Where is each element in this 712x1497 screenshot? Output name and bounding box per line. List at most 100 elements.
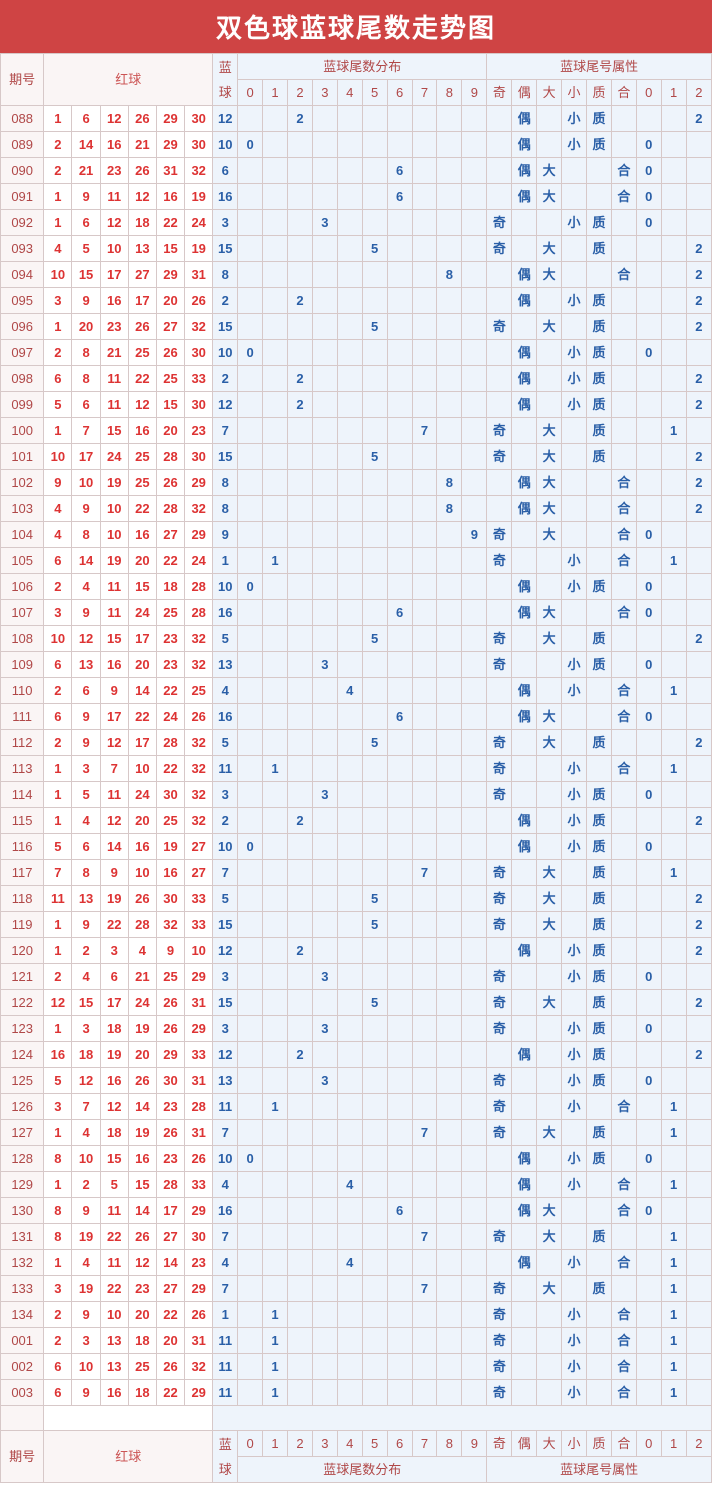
cell-blue	[636, 496, 661, 522]
cell-red: 8	[72, 860, 100, 886]
cell-blue	[412, 314, 437, 340]
cell-red: 12	[44, 990, 72, 1016]
cell-blue	[661, 652, 686, 678]
cell-blue	[387, 340, 412, 366]
hdr-tail-2: 2	[288, 80, 313, 106]
cell-red: 23	[156, 652, 184, 678]
cell-blue	[661, 626, 686, 652]
hdr-tail-7: 7	[412, 80, 437, 106]
hdr-attr-col: 偶	[512, 80, 537, 106]
cell-red: 5	[100, 1172, 128, 1198]
table-row: 095391617202622偶小质2	[1, 288, 712, 314]
cell-period: 111	[1, 704, 44, 730]
hdr-period: 期号	[1, 54, 44, 106]
cell-red: 32	[185, 730, 213, 756]
cell-blue: 小	[562, 1250, 587, 1276]
cell-blue: 2	[686, 470, 711, 496]
cell-blue	[288, 990, 313, 1016]
cell-blue	[562, 470, 587, 496]
cell-blue	[288, 1146, 313, 1172]
cell-blueball: 15	[213, 236, 238, 262]
cell-red: 11	[100, 1198, 128, 1224]
cell-blue	[288, 1302, 313, 1328]
hdr-attr-col: 2	[686, 80, 711, 106]
cell-blue	[437, 964, 462, 990]
cell-blue	[238, 1042, 263, 1068]
cell-blue	[312, 158, 337, 184]
cell-blue	[238, 1016, 263, 1042]
hdr-tail-9: 9	[462, 80, 487, 106]
cell-blueball: 3	[213, 1016, 238, 1042]
cell-red: 26	[156, 470, 184, 496]
hdr-attr-col: 1	[661, 80, 686, 106]
cell-red: 4	[128, 938, 156, 964]
cell-red: 18	[128, 1380, 156, 1406]
cell-blue: 合	[611, 1302, 636, 1328]
cell-blue: 0	[636, 340, 661, 366]
cell-blue: 奇	[487, 1068, 512, 1094]
cell-blue: 小	[562, 548, 587, 574]
cell-blue	[263, 1198, 288, 1224]
cell-blue	[611, 990, 636, 1016]
cell-blue: 合	[611, 470, 636, 496]
cell-blue	[238, 808, 263, 834]
cell-red: 29	[185, 1198, 213, 1224]
cell-blue	[686, 132, 711, 158]
cell-blue	[611, 1016, 636, 1042]
hdr-tail-3: 3	[312, 80, 337, 106]
cell-red: 12	[100, 808, 128, 834]
cell-blue	[661, 236, 686, 262]
cell-blue	[611, 418, 636, 444]
cell-blue: 5	[362, 990, 387, 1016]
cell-blue	[462, 184, 487, 210]
cell-blue	[661, 392, 686, 418]
cell-blue	[537, 782, 562, 808]
cell-blue	[437, 1276, 462, 1302]
table-row: 12912515283344偶小合1	[1, 1172, 712, 1198]
ftr-tail-col: 7	[412, 1431, 437, 1457]
cell-red: 24	[100, 444, 128, 470]
cell-red: 19	[156, 834, 184, 860]
cell-blue: 0	[238, 340, 263, 366]
cell-blue	[263, 236, 288, 262]
cell-blue	[537, 964, 562, 990]
cell-red: 15	[100, 626, 128, 652]
cell-blue	[661, 132, 686, 158]
cell-blue	[437, 132, 462, 158]
cell-blue	[437, 444, 462, 470]
cell-blue: 质	[587, 912, 612, 938]
cell-blue: 小	[562, 834, 587, 860]
cell-blue	[412, 288, 437, 314]
ftr-tail: 蓝球尾数分布	[238, 1457, 487, 1483]
cell-blue	[611, 964, 636, 990]
cell-red: 14	[128, 678, 156, 704]
cell-blue: 0	[636, 1146, 661, 1172]
cell-blue	[661, 340, 686, 366]
cell-blue	[611, 132, 636, 158]
cell-blue	[661, 288, 686, 314]
cell-blue	[337, 1354, 362, 1380]
cell-period: 128	[1, 1146, 44, 1172]
cell-blue	[288, 418, 313, 444]
hdr-attr: 蓝球尾号属性	[487, 54, 712, 80]
cell-blue: 质	[587, 1120, 612, 1146]
cell-red: 9	[72, 288, 100, 314]
cell-blue: 2	[686, 990, 711, 1016]
cell-blue: 1	[661, 548, 686, 574]
table-row: 112291217283255奇大质2	[1, 730, 712, 756]
cell-red: 33	[185, 1042, 213, 1068]
cell-blue	[512, 522, 537, 548]
cell-blue	[462, 236, 487, 262]
cell-blue: 偶	[512, 496, 537, 522]
cell-blue	[387, 1302, 412, 1328]
cell-period: 002	[1, 1354, 44, 1380]
cell-red: 24	[185, 210, 213, 236]
cell-blue	[263, 834, 288, 860]
cell-blue	[587, 756, 612, 782]
cell-blue: 奇	[487, 314, 512, 340]
cell-period: 132	[1, 1250, 44, 1276]
cell-red: 10	[128, 860, 156, 886]
cell-blue: 1	[661, 678, 686, 704]
cell-red: 15	[100, 418, 128, 444]
cell-blue	[337, 964, 362, 990]
